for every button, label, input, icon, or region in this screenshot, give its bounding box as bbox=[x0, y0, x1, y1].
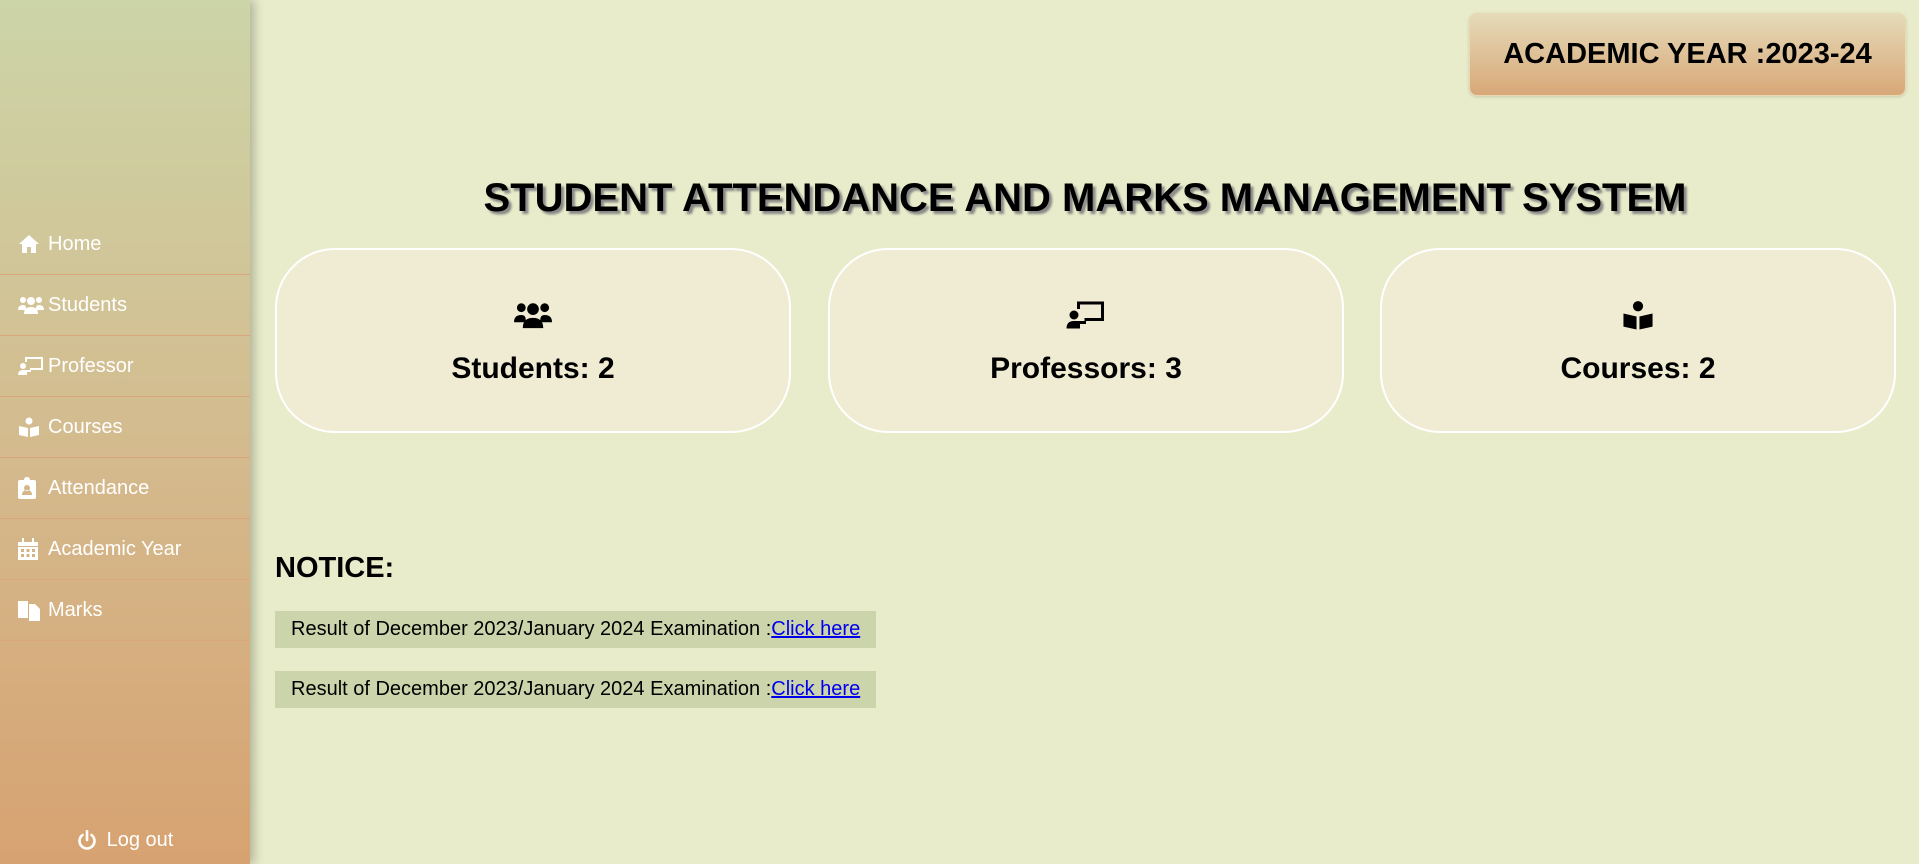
sidebar-nav: Home Students Professor Courses Attendan… bbox=[0, 214, 250, 641]
power-icon bbox=[77, 829, 97, 852]
clipboard-user-icon bbox=[18, 477, 48, 499]
professors-count-label: Professors: 3 bbox=[990, 351, 1182, 385]
logout-button[interactable]: Log out bbox=[0, 829, 250, 852]
chalkboard-teacher-icon bbox=[1066, 296, 1106, 334]
sidebar-item-label: Students bbox=[48, 293, 127, 316]
sidebar-item-academic-year[interactable]: Academic Year bbox=[0, 519, 250, 580]
notice-text: Result of December 2023/January 2024 Exa… bbox=[291, 678, 772, 700]
home-icon bbox=[18, 233, 48, 255]
sidebar-item-label: Marks bbox=[48, 598, 103, 621]
courses-count-card: Courses: 2 bbox=[1380, 248, 1896, 433]
book-reader-icon bbox=[1622, 296, 1654, 334]
calendar-icon bbox=[18, 538, 48, 560]
notice-text: Result of December 2023/January 2024 Exa… bbox=[291, 618, 772, 640]
professors-count-card: Professors: 3 bbox=[828, 248, 1344, 433]
students-count-card: Students: 2 bbox=[275, 248, 791, 433]
sidebar-item-courses[interactable]: Courses bbox=[0, 397, 250, 458]
sidebar-item-home[interactable]: Home bbox=[0, 214, 250, 275]
users-icon bbox=[514, 296, 552, 334]
courses-count-label: Courses: 2 bbox=[1560, 351, 1716, 385]
notice-item: Result of December 2023/January 2024 Exa… bbox=[275, 611, 877, 648]
copy-icon bbox=[18, 599, 48, 621]
notice-result-link[interactable]: Click here bbox=[771, 618, 860, 641]
sidebar-item-professor[interactable]: Professor bbox=[0, 336, 250, 397]
academic-year-badge: ACADEMIC YEAR :2023-24 bbox=[1469, 13, 1906, 96]
sidebar-item-label: Attendance bbox=[48, 476, 150, 499]
chalkboard-teacher-icon bbox=[18, 355, 48, 377]
sidebar: Home Students Professor Courses Attendan… bbox=[0, 0, 250, 864]
notice-result-link[interactable]: Click here bbox=[771, 678, 860, 701]
notice-item: Result of December 2023/January 2024 Exa… bbox=[275, 671, 877, 708]
sidebar-item-label: Academic Year bbox=[48, 537, 182, 560]
page-title: STUDENT ATTENDANCE AND MARKS MANAGEMENT … bbox=[483, 176, 1687, 220]
sidebar-item-attendance[interactable]: Attendance bbox=[0, 458, 250, 519]
book-reader-icon bbox=[18, 416, 48, 438]
sidebar-item-label: Home bbox=[48, 232, 102, 255]
sidebar-item-label: Courses bbox=[48, 415, 123, 438]
notice-heading: NOTICE: bbox=[275, 552, 395, 584]
students-count-label: Students: 2 bbox=[451, 351, 615, 385]
users-icon bbox=[18, 294, 48, 316]
sidebar-item-marks[interactable]: Marks bbox=[0, 580, 250, 641]
logout-label: Log out bbox=[106, 829, 174, 851]
sidebar-item-label: Professor bbox=[48, 354, 134, 377]
sidebar-item-students[interactable]: Students bbox=[0, 275, 250, 336]
